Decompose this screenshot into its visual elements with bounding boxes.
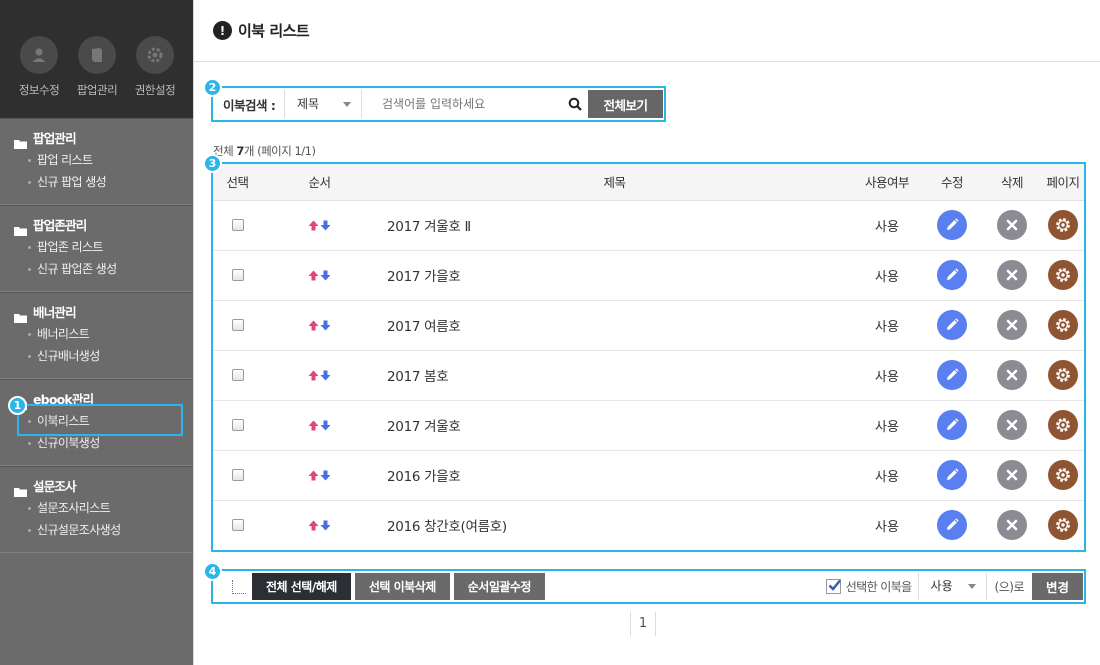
tool-label: 권한설정 [134, 83, 176, 97]
book-icon [78, 36, 116, 74]
menu-group-title[interactable]: 배너관리 [0, 303, 193, 323]
folder-icon [14, 222, 27, 236]
sidebar-item-popup-list[interactable]: 팝업 리스트 [0, 149, 193, 171]
menu-group-banner: 배너관리 배너리스트 신규배너생성 [0, 292, 193, 379]
folder-icon [14, 309, 27, 323]
menu-group-label: 배너관리 [33, 305, 77, 320]
step-badge-3: 3 [203, 154, 222, 173]
menu-group-survey: 설문조사 설문조사리스트 신규설문조사생성 [0, 466, 193, 553]
tool-edit-info[interactable]: 정보수정 [9, 36, 69, 98]
highlight-box-4 [211, 569, 1086, 604]
sidebar-item-survey-list[interactable]: 설문조사리스트 [0, 497, 193, 519]
menu-group-popupzone: 팝업존관리 팝업존 리스트 신규 팝업존 생성 [0, 205, 193, 292]
step-badge-2: 2 [203, 78, 222, 97]
menu-group-title[interactable]: 설문조사 [0, 477, 193, 497]
sidebar-item-new-popupzone[interactable]: 신규 팝업존 생성 [0, 258, 193, 280]
summary-unit: 개 [243, 144, 255, 158]
menu-group-label: 설문조사 [33, 479, 77, 494]
page-title: 이북 리스트 [238, 22, 310, 40]
folder-icon [14, 135, 27, 149]
user-icon [20, 36, 58, 74]
sidebar-item-new-survey[interactable]: 신규설문조사생성 [0, 519, 193, 541]
exclamation-icon: ! [213, 21, 232, 40]
sidebar-item-banner-list[interactable]: 배너리스트 [0, 323, 193, 345]
summary-count: 7 [236, 144, 244, 158]
sidebar-toolbar: 정보수정 팝업관리 권한설정 [0, 0, 193, 118]
sidebar: 정보수정 팝업관리 권한설정 팝업관리 팝업 리스트 신규 팝업 생성 팝업존관… [0, 0, 193, 665]
sidebar-item-new-banner[interactable]: 신규배너생성 [0, 345, 193, 367]
result-summary: 전체 7개 (페이지 1/1) [213, 143, 316, 159]
menu-group-label: 팝업존관리 [33, 218, 87, 233]
folder-icon [14, 483, 27, 497]
menu-group-popup: 팝업관리 팝업 리스트 신규 팝업 생성 [0, 118, 193, 205]
summary-page-info: (페이지 1/1) [257, 144, 316, 158]
menu-group-title[interactable]: 팝업존관리 [0, 216, 193, 236]
highlight-box-1 [17, 404, 183, 436]
highlight-box-2 [211, 86, 666, 122]
pagination-current-page[interactable]: 1 [630, 612, 656, 636]
step-badge-1: 1 [8, 396, 27, 415]
page-header: ! 이북 리스트 [194, 0, 1100, 62]
step-badge-4: 4 [203, 562, 222, 581]
tool-label: 정보수정 [18, 83, 60, 97]
gear-icon [136, 36, 174, 74]
sidebar-item-popupzone-list[interactable]: 팝업존 리스트 [0, 236, 193, 258]
tool-label: 팝업관리 [76, 83, 118, 97]
highlight-box-3 [211, 162, 1086, 552]
menu-group-title[interactable]: 팝업관리 [0, 129, 193, 149]
tool-popup-manage[interactable]: 팝업관리 [67, 36, 127, 98]
sidebar-item-new-popup[interactable]: 신규 팝업 생성 [0, 171, 193, 193]
tool-permission[interactable]: 권한설정 [125, 36, 185, 98]
menu-group-label: 팝업관리 [33, 131, 77, 146]
